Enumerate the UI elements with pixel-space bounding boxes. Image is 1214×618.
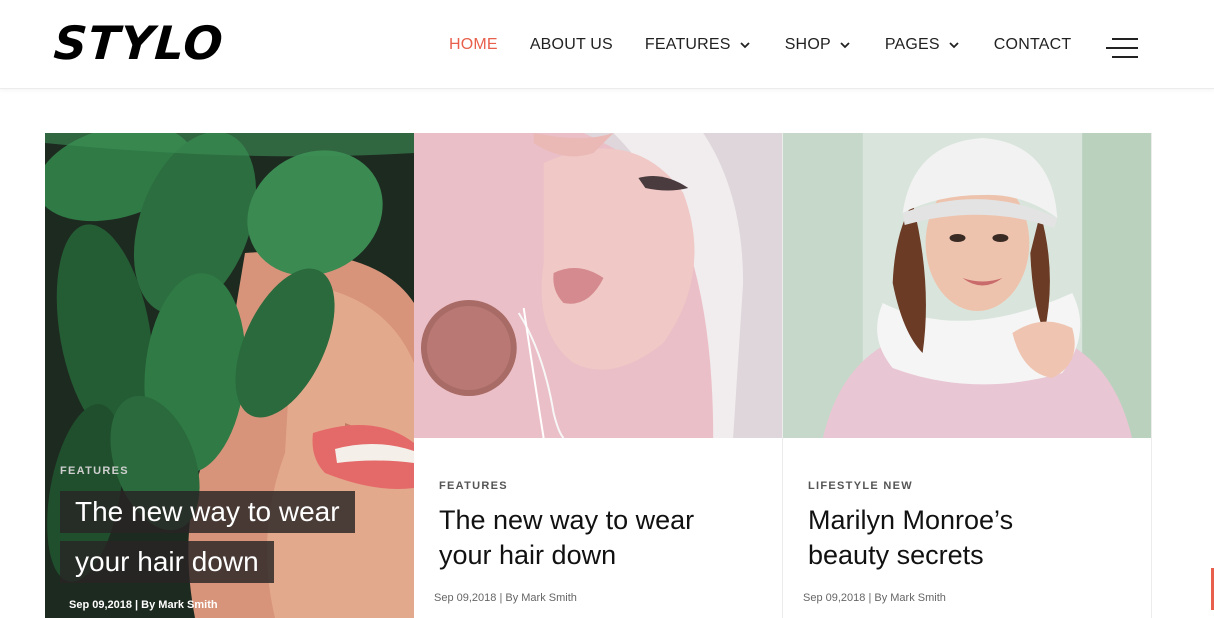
- nav-item-label: HOME: [449, 35, 498, 53]
- post-meta: Sep 09,2018 | By Mark Smith: [803, 592, 946, 604]
- site-header: STYLO HOME ABOUT US FEATURES SHOP PAGES: [0, 0, 1214, 89]
- post-title[interactable]: The new way to wear your hair down: [60, 491, 400, 591]
- chevron-down-icon: [949, 40, 959, 50]
- nav-item-contact[interactable]: CONTACT: [994, 36, 1072, 54]
- nav-item-label: SHOP: [784, 35, 831, 53]
- post-card[interactable]: FEATURES The new way to wear your hair d…: [414, 133, 783, 618]
- post-title[interactable]: Marilyn Monroe’s beauty secrets: [808, 503, 1013, 573]
- post-card[interactable]: FEATURES The new way to wear your hair d…: [45, 133, 414, 618]
- nav-item-label: CONTACT: [993, 35, 1072, 53]
- post-image[interactable]: [783, 133, 1151, 438]
- post-title-line[interactable]: your hair down: [439, 540, 616, 570]
- nav-item-label: FEATURES: [644, 35, 731, 53]
- post-meta: Sep 09,2018 | By Mark Smith: [69, 599, 218, 611]
- post-title-line[interactable]: The new way to wear: [60, 491, 355, 533]
- post-image[interactable]: [414, 133, 782, 438]
- post-meta: Sep 09,2018 | By Mark Smith: [434, 592, 577, 604]
- nav-item-label: PAGES: [884, 35, 940, 53]
- chevron-down-icon: [840, 40, 850, 50]
- post-title[interactable]: The new way to wear your hair down: [439, 503, 694, 573]
- post-category[interactable]: LIFESTYLE NEW: [808, 480, 913, 492]
- nav-item-label: ABOUT US: [529, 35, 613, 53]
- nav-item-about-us[interactable]: ABOUT US: [530, 36, 613, 54]
- post-title-line[interactable]: beauty secrets: [808, 540, 984, 570]
- post-category[interactable]: FEATURES: [60, 465, 129, 477]
- hamburger-menu-icon[interactable]: [1106, 36, 1138, 60]
- post-body: FEATURES The new way to wear your hair d…: [414, 438, 782, 618]
- post-title-line[interactable]: Marilyn Monroe’s: [808, 505, 1013, 535]
- chevron-down-icon: [740, 40, 750, 50]
- post-title-line[interactable]: your hair down: [60, 541, 274, 583]
- logo[interactable]: STYLO: [52, 16, 225, 70]
- nav-item-pages[interactable]: PAGES: [885, 36, 959, 54]
- post-card[interactable]: LIFESTYLE NEW Marilyn Monroe’s beauty se…: [783, 133, 1152, 618]
- post-category[interactable]: FEATURES: [439, 480, 508, 492]
- post-body: LIFESTYLE NEW Marilyn Monroe’s beauty se…: [783, 438, 1151, 618]
- nav-item-shop[interactable]: SHOP: [785, 36, 850, 54]
- main-nav: HOME ABOUT US FEATURES SHOP PAGES CONTAC…: [449, 0, 1071, 89]
- nav-item-home[interactable]: HOME: [449, 36, 498, 54]
- post-title-line[interactable]: The new way to wear: [439, 505, 694, 535]
- nav-item-features[interactable]: FEATURES: [645, 36, 750, 54]
